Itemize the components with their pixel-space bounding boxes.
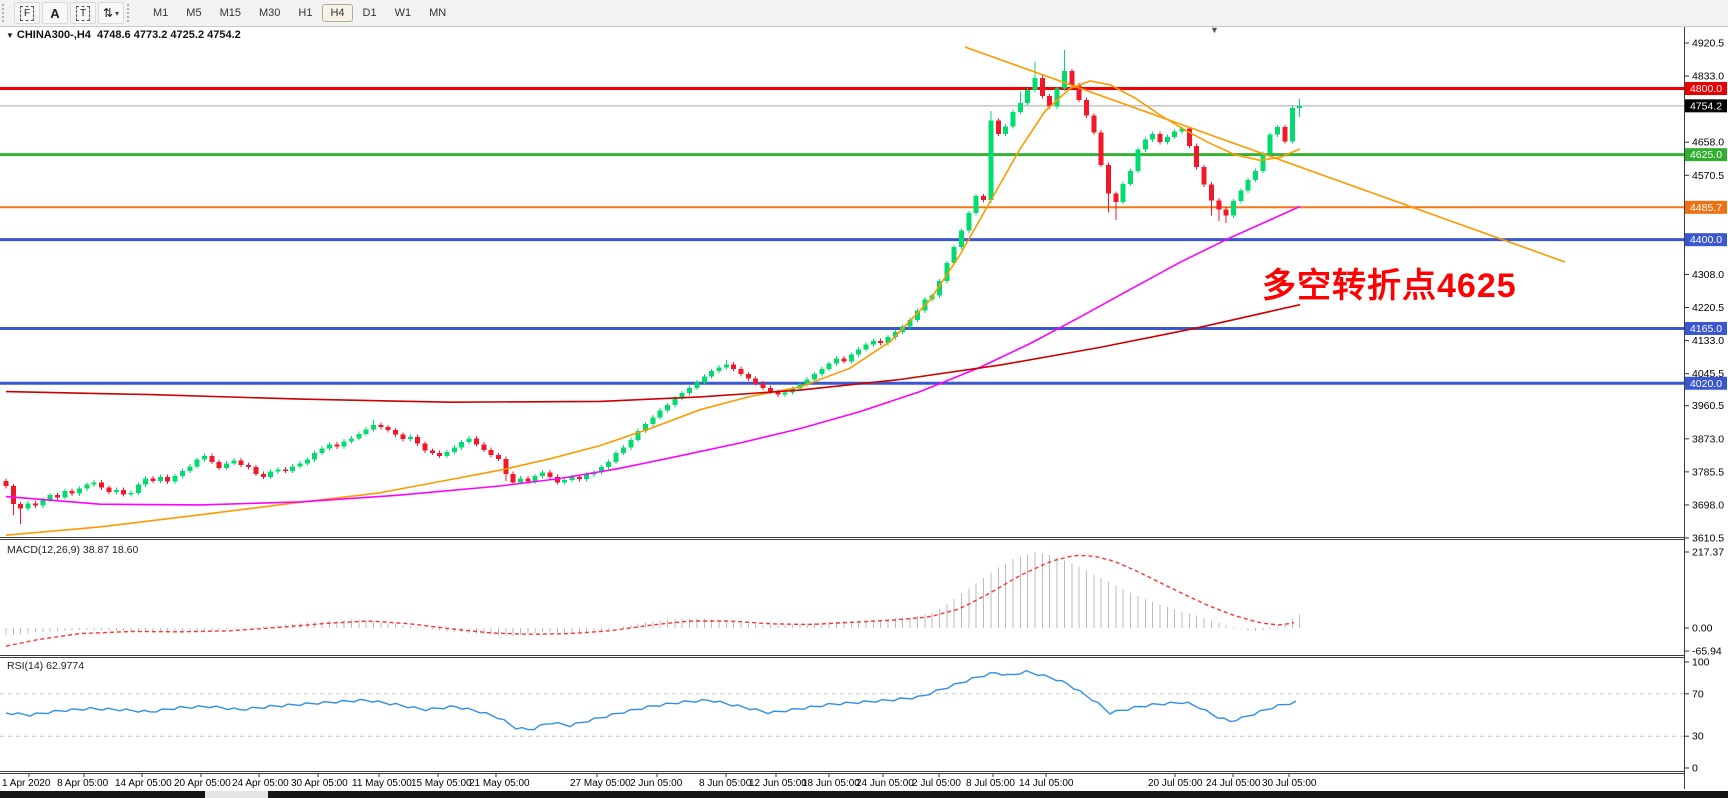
svg-text:3610.5: 3610.5 <box>1692 533 1724 545</box>
svg-text:100: 100 <box>1692 657 1710 669</box>
svg-text:20 Apr 05:00: 20 Apr 05:00 <box>174 778 231 789</box>
timeframe-button-mn[interactable]: MN <box>421 4 454 22</box>
svg-text:20 Jul 05:00: 20 Jul 05:00 <box>1148 778 1203 789</box>
svg-text:12 Jun 05:00: 12 Jun 05:00 <box>749 778 807 789</box>
toolbar-grip[interactable] <box>2 4 10 22</box>
svg-text:30 Apr 05:00: 30 Apr 05:00 <box>291 778 348 789</box>
timeframe-button-m5[interactable]: M5 <box>178 4 209 22</box>
svg-text:27 May 05:00: 27 May 05:00 <box>570 778 631 789</box>
svg-text:18 Jun 05:00: 18 Jun 05:00 <box>802 778 860 789</box>
timeframe-button-h4[interactable]: H4 <box>322 4 352 22</box>
svg-text:4133.0: 4133.0 <box>1692 335 1724 347</box>
text-label-tool-button[interactable]: A <box>42 2 68 24</box>
svg-text:4833.0: 4833.0 <box>1692 71 1724 83</box>
svg-text:14 Apr 05:00: 14 Apr 05:00 <box>115 778 172 789</box>
svg-text:4165.0: 4165.0 <box>1690 323 1722 335</box>
svg-text:0: 0 <box>1692 763 1698 775</box>
svg-text:3960.5: 3960.5 <box>1692 400 1724 412</box>
svg-text:4308.0: 4308.0 <box>1692 269 1724 281</box>
svg-text:217.37: 217.37 <box>1692 546 1724 558</box>
svg-text:11 May 05:00: 11 May 05:00 <box>352 778 412 789</box>
svg-text:4220.5: 4220.5 <box>1692 302 1724 314</box>
drawing-tools-group: FAT⇅▾ <box>13 2 125 24</box>
timeframe-button-m15[interactable]: M15 <box>212 4 249 22</box>
horizontal-scrollbar[interactable] <box>0 790 1728 798</box>
svg-text:30: 30 <box>1692 731 1704 743</box>
svg-text:4570.5: 4570.5 <box>1692 170 1724 182</box>
timeframe-button-h1[interactable]: H1 <box>290 4 320 22</box>
svg-text:4658.0: 4658.0 <box>1692 137 1724 149</box>
svg-text:14 Jul 05:00: 14 Jul 05:00 <box>1019 778 1074 789</box>
price-badge: 4165.0 <box>1685 322 1727 335</box>
svg-text:30 Jul 05:00: 30 Jul 05:00 <box>1262 778 1317 789</box>
price-badge: 4625.0 <box>1685 148 1727 161</box>
price-badge: 4485.7 <box>1685 201 1727 214</box>
svg-text:1 Apr 2020: 1 Apr 2020 <box>2 778 51 789</box>
svg-text:15 May 05:00: 15 May 05:00 <box>411 778 472 789</box>
cycle-symbols-tool-button[interactable]: ⇅▾ <box>98 2 124 24</box>
rsi-indicator-label: RSI(14) 62.9774 <box>7 660 84 672</box>
chart-canvas[interactable]: 4920.5 4833.0 4658.0 4570.5 4308.0 4220.5 4133… <box>0 0 1728 798</box>
svg-text:3873.0: 3873.0 <box>1692 433 1724 445</box>
svg-text:4485.7: 4485.7 <box>1690 202 1722 214</box>
macd-indicator-label: MACD(12,26,9) 38.87 18.60 <box>7 544 138 556</box>
toolbar-grip[interactable] <box>127 4 135 22</box>
svg-text:4920.5: 4920.5 <box>1692 38 1724 50</box>
timeframe-buttons-group: M1M5M15M30H1H4D1W1MN <box>144 4 455 22</box>
svg-text:0.00: 0.00 <box>1692 623 1713 635</box>
timeframe-button-m30[interactable]: M30 <box>251 4 288 22</box>
svg-text:4020.0: 4020.0 <box>1690 378 1722 390</box>
price-badge: 4020.0 <box>1685 377 1727 390</box>
ohlc-values: 4748.6 4773.2 4725.2 4754.2 <box>97 29 241 41</box>
svg-text:3698.0: 3698.0 <box>1692 499 1724 511</box>
symbol-timeframe-label: CHINA300-,H4 <box>17 29 91 41</box>
scrollbar-thumb[interactable] <box>205 791 268 798</box>
svg-text:21 May 05:00: 21 May 05:00 <box>469 778 530 789</box>
symbol-info: ▼CHINA300-,H4 4748.6 4773.2 4725.2 4754.… <box>6 29 241 41</box>
text-box-tool-button[interactable]: T <box>70 2 96 24</box>
svg-text:2 Jun 05:00: 2 Jun 05:00 <box>630 778 683 789</box>
freehand-tool-button[interactable]: F <box>14 2 40 24</box>
timeframe-button-d1[interactable]: D1 <box>355 4 385 22</box>
price-badge: 4800.0 <box>1685 82 1727 95</box>
svg-text:4625.0: 4625.0 <box>1690 149 1722 161</box>
toolbar: FAT⇅▾ M1M5M15M30H1H4D1W1MN <box>0 0 1728 27</box>
svg-text:8 Jul 05:00: 8 Jul 05:00 <box>966 778 1015 789</box>
svg-text:8 Jun 05:00: 8 Jun 05:00 <box>699 778 752 789</box>
price-badge: 4754.2 <box>1685 99 1727 112</box>
svg-text:24 Jul 05:00: 24 Jul 05:00 <box>1206 778 1261 789</box>
timeframe-button-w1[interactable]: W1 <box>387 4 420 22</box>
chart-text-annotation[interactable]: 多空转折点4625 <box>1262 258 1517 307</box>
svg-text:24 Apr 05:00: 24 Apr 05:00 <box>232 778 289 789</box>
timeframe-button-m1[interactable]: M1 <box>145 4 176 22</box>
svg-text:2 Jul 05:00: 2 Jul 05:00 <box>912 778 961 789</box>
price-badge: 4400.0 <box>1685 233 1727 246</box>
svg-text:4800.0: 4800.0 <box>1690 83 1722 95</box>
svg-text:4400.0: 4400.0 <box>1690 234 1722 246</box>
svg-text:3785.5: 3785.5 <box>1692 466 1724 478</box>
svg-text:8 Apr 05:00: 8 Apr 05:00 <box>57 778 109 789</box>
chevron-down-icon[interactable]: ▼ <box>6 31 14 40</box>
trading-app-window: FAT⇅▾ M1M5M15M30H1H4D1W1MN 4920.54833.04… <box>0 0 1728 798</box>
svg-text:4754.2: 4754.2 <box>1690 100 1722 112</box>
svg-text:24 Jun 05:00: 24 Jun 05:00 <box>856 778 914 789</box>
svg-text:70: 70 <box>1692 688 1704 700</box>
